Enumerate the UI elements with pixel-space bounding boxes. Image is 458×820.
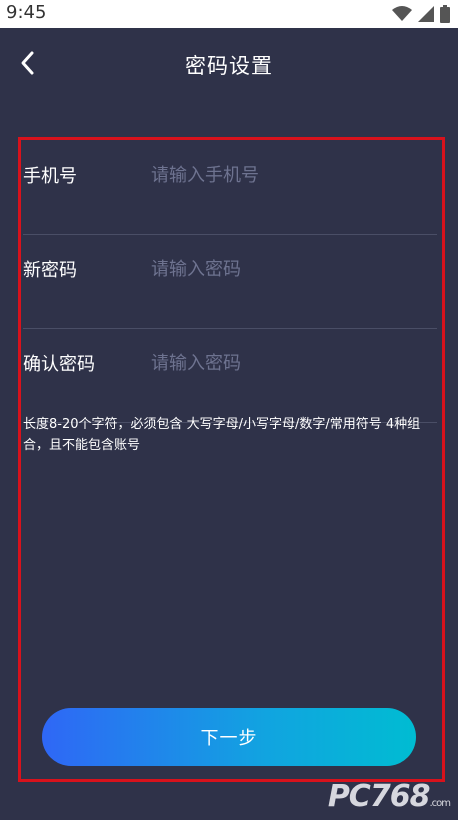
- wifi-icon: [392, 6, 412, 26]
- watermark-logo: PC768.com: [327, 779, 451, 814]
- password-settings-screen: 9:45 密码设置 手机号 请输入手机号 新密码 确认密码 长度8-20个字符，…: [0, 0, 458, 820]
- app-header: 密码设置: [0, 28, 458, 102]
- watermark-text: PC768: [327, 779, 431, 814]
- status-bar: 9:45: [0, 0, 458, 28]
- password-rules-hint: 长度8-20个字符，必须包含 大写字母/小写字母/数字/常用符号 4种组合，且不…: [23, 417, 421, 453]
- new-password-field-row: 新密码: [23, 234, 437, 329]
- form-container: 手机号 新密码 确认密码 长度8-20个字符，必须包含 大写字母/小写字母/数字…: [18, 137, 445, 782]
- new-password-label: 新密码: [23, 260, 77, 281]
- confirm-password-input[interactable]: [151, 346, 421, 380]
- watermark-domain: .com: [429, 798, 451, 809]
- phone-input[interactable]: [151, 158, 421, 192]
- confirm-password-label: 确认密码: [23, 354, 95, 375]
- page-title: 密码设置: [185, 54, 273, 78]
- cellular-signal-icon: [418, 6, 434, 26]
- confirm-password-field-row: 确认密码: [23, 328, 437, 423]
- phone-label: 手机号: [23, 166, 77, 187]
- status-time: 9:45: [6, 2, 47, 23]
- next-step-button[interactable]: 下一步: [42, 708, 416, 766]
- battery-icon: [440, 5, 450, 27]
- status-icons: [392, 5, 450, 27]
- new-password-input[interactable]: [151, 252, 421, 286]
- phone-field-row: 手机号: [23, 140, 437, 235]
